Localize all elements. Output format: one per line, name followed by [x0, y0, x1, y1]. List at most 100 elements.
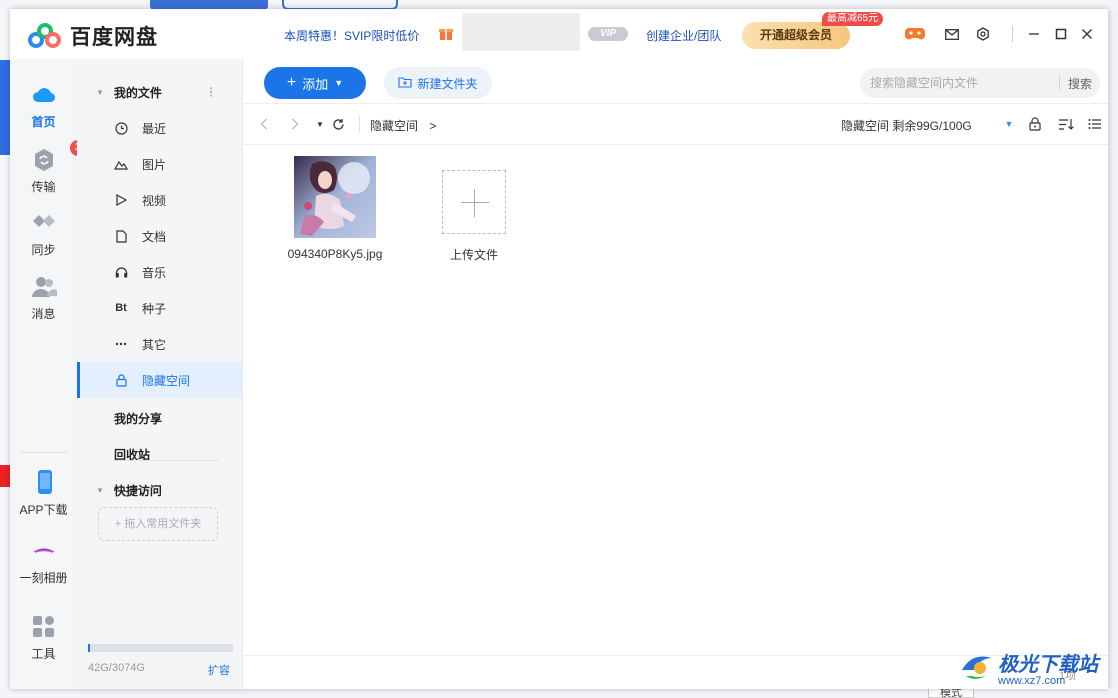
- search-input[interactable]: [860, 68, 1059, 98]
- breadcrumb-separator: [359, 116, 360, 132]
- rail-item-label: 消息: [31, 307, 56, 321]
- search-bar: 搜索: [860, 68, 1100, 98]
- document-icon: [114, 229, 128, 243]
- chevron-down-icon: ▼: [334, 78, 344, 88]
- vip-discount-badge: 最高减65元: [822, 12, 884, 26]
- history-dropdown-icon[interactable]: ▼: [312, 116, 328, 132]
- storage-quota-text: 42G/3074G: [88, 662, 145, 674]
- promo-link[interactable]: 本周特惠！SVIP限时低价: [284, 27, 419, 44]
- new-folder-icon: [398, 76, 413, 91]
- sidebar-item-music[interactable]: 音乐: [77, 254, 243, 290]
- storage-quota-bar: [88, 644, 233, 652]
- tools-icon: [30, 613, 58, 641]
- navigation-row: ▼ 隐藏空间 > 隐藏空间 剩余99G/100G ▼: [244, 104, 1108, 144]
- rail-item-sync[interactable]: 同步: [10, 209, 77, 258]
- refresh-icon[interactable]: [330, 116, 346, 132]
- settings-icon[interactable]: [973, 24, 993, 44]
- album-icon: [30, 537, 58, 565]
- rail-item-label: 同步: [31, 243, 56, 257]
- open-svip-button[interactable]: 开通超级会员: [742, 22, 850, 49]
- watermark: 极光下载站 www.xz7.com: [958, 648, 1098, 687]
- back-icon[interactable]: [256, 116, 272, 132]
- game-icon[interactable]: [905, 24, 925, 44]
- background-right: [1108, 10, 1118, 698]
- upload-file-item[interactable]: 上传文件: [414, 156, 534, 263]
- quick-access-drop-zone[interactable]: + 拖入常用文件夹: [98, 507, 218, 541]
- my-files-header[interactable]: ▼ 我的文件 ⋮: [77, 77, 243, 107]
- message-icon: [30, 273, 58, 301]
- add-button[interactable]: + 添加 ▼: [264, 67, 366, 99]
- rail-divider: [20, 452, 67, 453]
- title-bar: 百度网盘 本周特惠！SVIP限时低价 VIP 创建企业/团队 开通超级会员 最高…: [10, 9, 1108, 59]
- close-icon[interactable]: [1077, 24, 1097, 44]
- list-view-icon[interactable]: [1087, 116, 1103, 132]
- search-button[interactable]: 搜索: [1060, 75, 1100, 92]
- headphones-icon: [114, 265, 128, 279]
- bt-icon: Bt: [115, 302, 127, 314]
- expand-storage-link[interactable]: 扩容: [208, 662, 230, 678]
- sync-icon: [30, 209, 58, 237]
- app-title: 百度网盘: [70, 26, 158, 49]
- file-name: 094340P8Ky5.jpg: [287, 247, 383, 261]
- file-category-sidebar: ▼ 我的文件 ⋮ 最近 图片 视频 文档 音乐 Bt 种子 其它 隐藏空间 我的…: [77, 59, 243, 689]
- rail-item-tools[interactable]: 工具: [10, 613, 77, 662]
- transfer-icon: 3: [30, 140, 86, 174]
- hidden-space-quota: 隐藏空间 剩余99G/100G: [841, 119, 972, 133]
- main-content: + 添加 ▼ 新建文件夹 搜索 ▼ 隐藏空间 > 隐藏空间 剩余99G/100G…: [244, 59, 1108, 689]
- upload-plus-icon: [442, 170, 506, 234]
- maximize-icon[interactable]: [1051, 24, 1071, 44]
- watermark-brand: 极光下载站: [998, 654, 1098, 676]
- sidebar-item-hidden-space[interactable]: 隐藏空间: [77, 362, 243, 398]
- mail-icon[interactable]: [942, 24, 962, 44]
- sidebar-item-recent[interactable]: 最近: [77, 110, 243, 146]
- baidu-netdisk-logo-icon: [28, 23, 62, 49]
- play-icon: [114, 193, 128, 207]
- cloud-home-icon: [30, 81, 58, 109]
- collapse-triangle-icon: ▼: [96, 87, 104, 97]
- sidebar-divider: [113, 460, 219, 461]
- rail-item-label: 传输: [31, 180, 56, 194]
- left-rail: 首页 3 传输 同步 消息 APP下载: [10, 59, 86, 689]
- new-folder-button[interactable]: 新建文件夹: [384, 67, 492, 99]
- app-logo: 百度网盘: [28, 21, 158, 51]
- sort-icon[interactable]: [1058, 116, 1074, 132]
- sidebar-my-share[interactable]: 我的分享: [114, 410, 162, 427]
- sidebar-item-others[interactable]: 其它: [77, 326, 243, 362]
- minimize-icon[interactable]: [1024, 24, 1044, 44]
- background-left: [0, 10, 10, 698]
- app-window: 百度网盘 本周特惠！SVIP限时低价 VIP 创建企业/团队 开通超级会员 最高…: [10, 9, 1108, 689]
- more-vertical-icon[interactable]: ⋮: [205, 85, 217, 99]
- gift-icon[interactable]: [438, 25, 454, 41]
- vip-level-pill: VIP: [588, 27, 628, 41]
- phone-icon: [30, 469, 58, 497]
- file-item[interactable]: 094340P8Ky5.jpg: [275, 156, 395, 261]
- rail-item-label: APP下载: [19, 503, 68, 517]
- create-enterprise-link[interactable]: 创建企业/团队: [646, 27, 721, 44]
- breadcrumb[interactable]: 隐藏空间 >: [370, 117, 436, 134]
- rail-item-messages[interactable]: 消息: [10, 273, 77, 322]
- user-avatar-blurred[interactable]: [462, 13, 580, 51]
- sidebar-item-images[interactable]: 图片: [77, 146, 243, 182]
- rail-item-label: 首页: [31, 115, 56, 129]
- rail-item-album[interactable]: 一刻相册: [10, 537, 77, 586]
- quick-access-header[interactable]: ▼ 快捷访问: [77, 475, 243, 505]
- space-dropdown-icon[interactable]: ▼: [1001, 116, 1017, 132]
- rail-item-home[interactable]: 首页: [10, 81, 77, 130]
- sidebar-item-documents[interactable]: 文档: [77, 218, 243, 254]
- image-icon: [114, 157, 128, 171]
- rail-item-label: 工具: [31, 647, 56, 661]
- watermark-logo-icon: [958, 650, 998, 686]
- more-icon: [114, 337, 128, 351]
- sidebar-item-torrents[interactable]: Bt 种子: [77, 290, 243, 326]
- plus-icon: +: [286, 74, 297, 91]
- rail-item-app-download[interactable]: APP下载: [10, 469, 77, 518]
- image-thumbnail: [294, 156, 376, 238]
- nav-divider: [244, 144, 1108, 145]
- forward-icon[interactable]: [287, 116, 303, 132]
- clock-icon: [114, 121, 128, 135]
- window-controls-separator: [1012, 26, 1013, 42]
- lock-icon[interactable]: [1027, 116, 1043, 132]
- rail-item-transfer[interactable]: 3 传输: [10, 140, 86, 195]
- rail-item-label: 一刻相册: [19, 571, 68, 585]
- sidebar-item-videos[interactable]: 视频: [77, 182, 243, 218]
